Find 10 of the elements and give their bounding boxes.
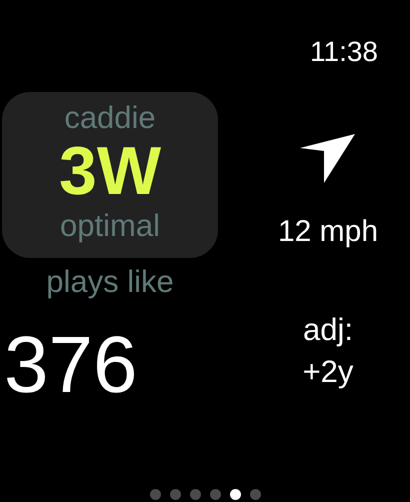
plays-like-label: plays like xyxy=(45,263,175,301)
plays-like-distance: 376 xyxy=(4,320,138,410)
wind-speed: 12 mph xyxy=(278,214,378,250)
card-note: optimal xyxy=(60,207,160,245)
card-label: caddie xyxy=(64,100,156,136)
adjustment-label: adj: xyxy=(303,311,353,349)
wind-direction-icon xyxy=(300,134,356,184)
adjustment-value: +2y xyxy=(302,353,354,391)
club-name: 3W xyxy=(59,136,161,206)
clock-time: 11:38 xyxy=(310,35,378,69)
